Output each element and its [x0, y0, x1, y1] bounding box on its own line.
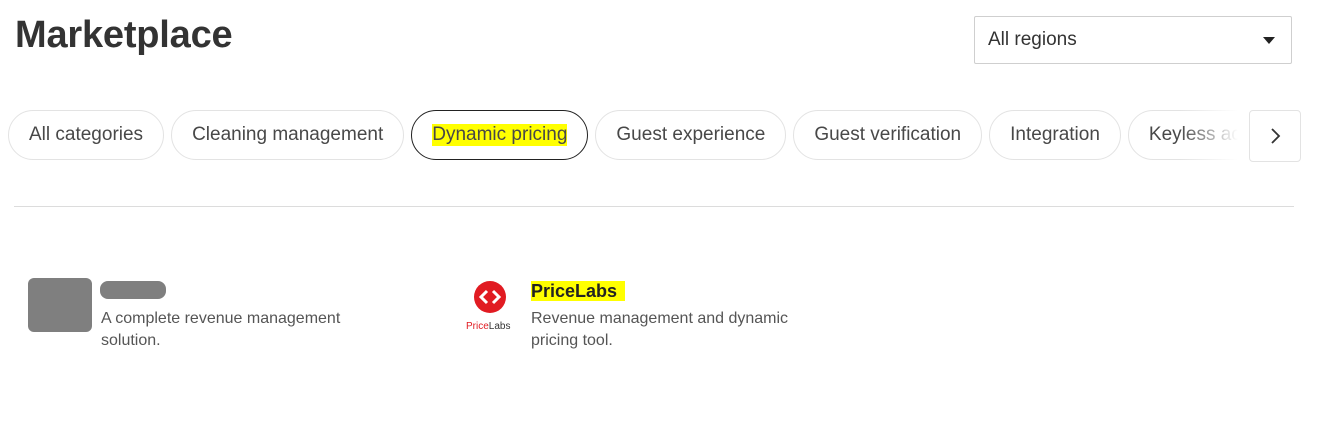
category-chip-label: Cleaning management: [192, 124, 384, 145]
category-chip-label: All categories: [29, 124, 144, 145]
caret-down-icon: [1263, 36, 1275, 44]
region-select[interactable]: All regions: [974, 16, 1292, 64]
category-chip-all[interactable]: All categories: [8, 110, 165, 160]
category-chip-guest-experience[interactable]: Guest experience: [595, 110, 787, 160]
category-chip-cleaning-management[interactable]: Cleaning management: [171, 110, 405, 160]
app-description: Revenue management and dynamic pricing t…: [531, 310, 789, 349]
redacted-logo: [28, 278, 92, 332]
chips-fade-overlay: [1180, 110, 1248, 162]
category-chip-label: Guest verification: [814, 124, 962, 145]
chevron-right-icon: [1271, 128, 1281, 144]
app-name: PriceLabs: [531, 281, 626, 302]
page-title: Marketplace: [15, 14, 233, 56]
redacted-app-name: [100, 281, 166, 299]
region-select-value: All regions: [988, 29, 1077, 50]
category-chip-guest-verification[interactable]: Guest verification: [793, 110, 983, 160]
category-chip-label: Integration: [1010, 124, 1100, 145]
pricelabs-logo: PriceLabs: [466, 280, 516, 332]
divider: [14, 206, 1294, 207]
category-filter-bar: All categories Cleaning management Dynam…: [8, 110, 1248, 162]
app-description: A complete revenue management solution.: [101, 310, 341, 349]
pricelabs-logo-icon: [474, 281, 506, 313]
category-chip-integration[interactable]: Integration: [989, 110, 1121, 160]
category-chip-dynamic-pricing[interactable]: Dynamic pricing: [411, 110, 589, 160]
category-chip-label: Guest experience: [616, 124, 766, 145]
scroll-categories-next-button[interactable]: [1249, 110, 1301, 162]
category-chip-label: Dynamic pricing: [432, 124, 568, 146]
pricelabs-logo-wordmark: PriceLabs: [466, 321, 511, 332]
